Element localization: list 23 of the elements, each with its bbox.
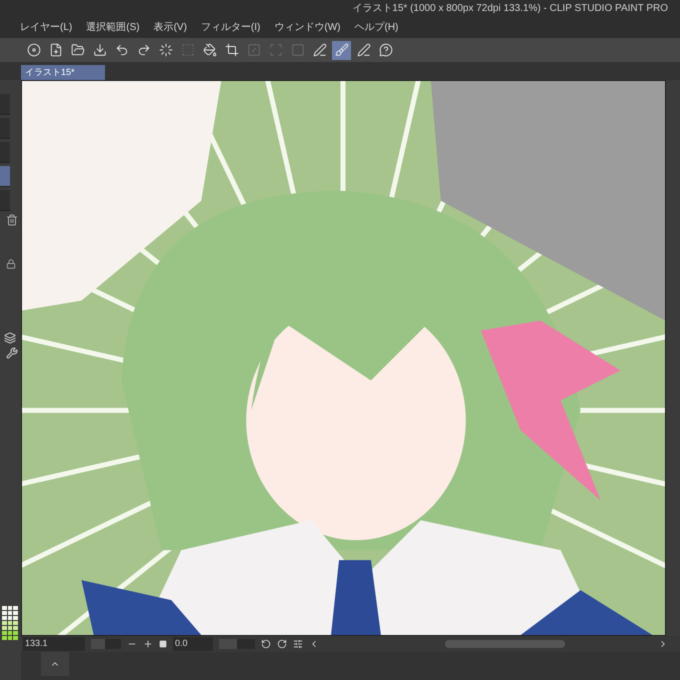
zoom-field[interactable]: 133.1 [23, 637, 85, 651]
menu-item[interactable]: フィルター(I) [200, 20, 260, 34]
menu-item[interactable]: 選択範囲(S) [86, 20, 140, 34]
trash-icon[interactable] [6, 214, 18, 226]
rotation-slider[interactable] [219, 639, 255, 649]
document-tab[interactable]: イラスト15* [21, 65, 105, 80]
zoom-slider[interactable] [91, 639, 121, 649]
menu-item[interactable]: ウィンドウ(W) [274, 20, 340, 34]
rotate-right-icon[interactable] [277, 639, 287, 649]
lock-icon[interactable] [6, 259, 16, 269]
stop-icon[interactable] [159, 640, 167, 648]
menu-item[interactable]: レイヤー(L) [20, 20, 72, 34]
layer-row[interactable] [0, 166, 10, 187]
layers-icon[interactable] [4, 332, 16, 344]
brush-icon[interactable] [332, 40, 351, 60]
rotate-left-icon[interactable] [261, 639, 271, 649]
zoom-in-icon[interactable] [143, 639, 153, 649]
color-grid [2, 606, 18, 640]
menu-item[interactable]: 表示(V) [154, 20, 187, 34]
wrench-icon[interactable] [6, 347, 18, 359]
window-title: イラスト15* (1000 x 800px 72dpi 133.1%) - CLIP STUDIO PAINT PRO [352, 2, 668, 16]
menu-item[interactable]: ヘルプ(H) [354, 20, 398, 34]
rotation-field[interactable]: 0.0 [173, 637, 213, 651]
